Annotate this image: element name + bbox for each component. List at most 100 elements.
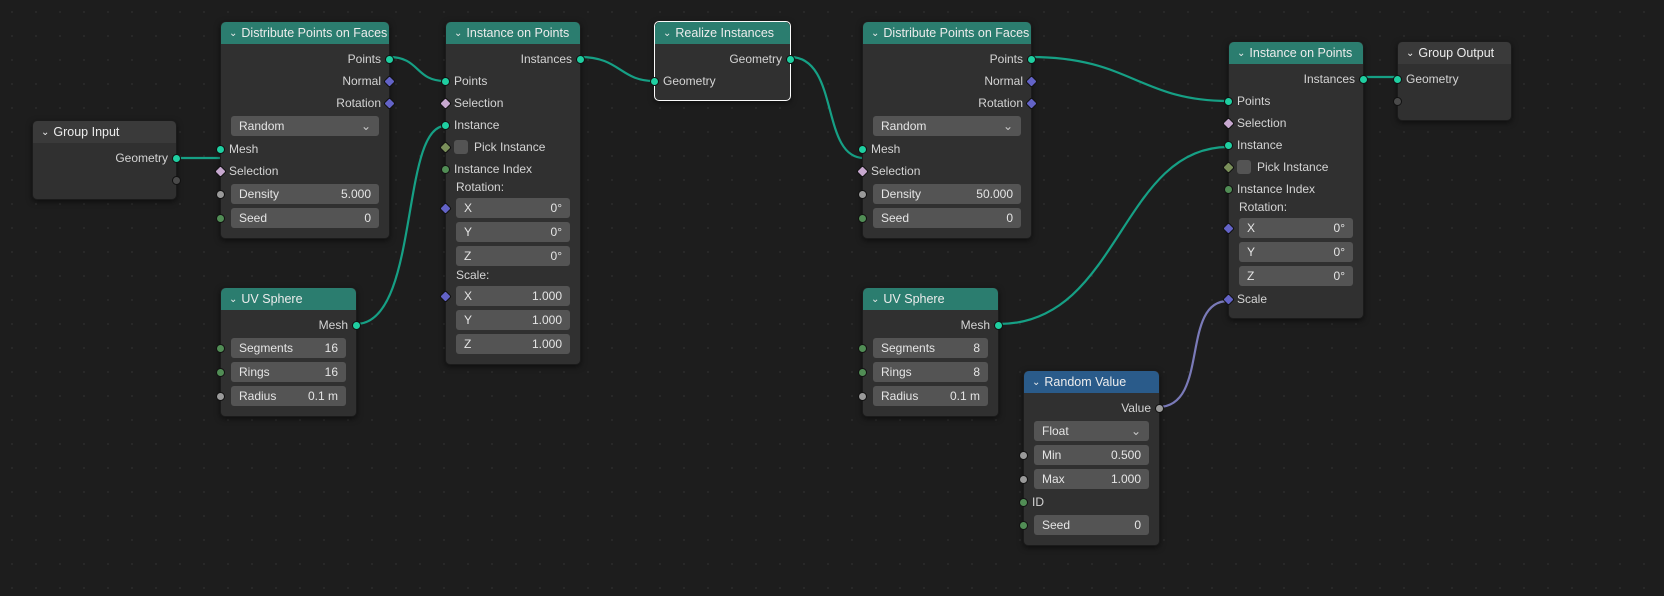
- mode-dropdown[interactable]: Random: [231, 116, 379, 136]
- socket-input-rotation[interactable]: [1222, 222, 1235, 235]
- socket-output-mesh[interactable]: [352, 321, 361, 330]
- socket-output-virtual[interactable]: [172, 176, 181, 185]
- node-random-value[interactable]: ⌄ Random Value Value Float Min0.500 Max1…: [1023, 370, 1160, 546]
- scale-z-field[interactable]: Z1.000: [456, 334, 570, 354]
- node-distribute-points-1[interactable]: ⌄ Distribute Points on Faces Points Norm…: [220, 21, 390, 239]
- rot-x-field[interactable]: X0°: [1239, 218, 1353, 238]
- rot-z-field[interactable]: Z0°: [1239, 266, 1353, 286]
- seed-field[interactable]: Seed0: [1034, 515, 1149, 535]
- node-realize-instances[interactable]: ⌄ Realize Instances Geometry Geometry: [654, 21, 791, 101]
- node-header[interactable]: ⌄ UV Sphere: [221, 288, 356, 310]
- socket-input-virtual[interactable]: [1393, 97, 1402, 106]
- socket-output-normal[interactable]: [383, 75, 396, 88]
- socket-input-mesh[interactable]: [216, 145, 225, 154]
- socket-input-points[interactable]: [1224, 97, 1233, 106]
- socket-input-rings[interactable]: [216, 368, 225, 377]
- type-dropdown[interactable]: Float: [1034, 421, 1149, 441]
- node-header[interactable]: ⌄ Instance on Points: [446, 22, 580, 44]
- socket-input-pick[interactable]: [1222, 161, 1235, 174]
- node-title: Random Value: [1044, 375, 1126, 389]
- socket-input-index[interactable]: [1224, 185, 1233, 194]
- socket-input-pick[interactable]: [439, 141, 452, 154]
- pick-instance-checkbox[interactable]: [454, 140, 468, 154]
- socket-output-points[interactable]: [385, 55, 394, 64]
- node-instance-on-points-2[interactable]: ⌄ Instance on Points Instances Points Se…: [1228, 41, 1364, 319]
- rings-field[interactable]: Rings8: [873, 362, 988, 382]
- seed-field[interactable]: Seed0: [873, 208, 1021, 228]
- socket-input-radius[interactable]: [858, 392, 867, 401]
- socket-output-geometry[interactable]: [786, 55, 795, 64]
- socket-input-min[interactable]: [1019, 451, 1028, 460]
- node-header[interactable]: ⌄ Random Value: [1024, 371, 1159, 393]
- scale-y-field[interactable]: Y1.000: [456, 310, 570, 330]
- socket-input-segments[interactable]: [216, 344, 225, 353]
- rings-field[interactable]: Rings16: [231, 362, 346, 382]
- node-instance-on-points-1[interactable]: ⌄ Instance on Points Instances Points Se…: [445, 21, 581, 365]
- node-uv-sphere-2[interactable]: ⌄ UV Sphere Mesh Segments8 Rings8 Radius…: [862, 287, 999, 417]
- radius-field[interactable]: Radius0.1 m: [873, 386, 988, 406]
- socket-input-max[interactable]: [1019, 475, 1028, 484]
- socket-input-seed[interactable]: [858, 214, 867, 223]
- socket-output-instances[interactable]: [1359, 75, 1368, 84]
- socket-input-rings[interactable]: [858, 368, 867, 377]
- node-group-output[interactable]: ⌄ Group Output Geometry: [1397, 41, 1512, 121]
- segments-field[interactable]: Segments16: [231, 338, 346, 358]
- min-field[interactable]: Min0.500: [1034, 445, 1149, 465]
- socket-input-index[interactable]: [441, 165, 450, 174]
- output-label: Value: [1121, 401, 1151, 415]
- socket-input-selection[interactable]: [214, 165, 227, 178]
- rot-y-field[interactable]: Y0°: [456, 222, 570, 242]
- mode-dropdown[interactable]: Random: [873, 116, 1021, 136]
- socket-input-scale[interactable]: [1222, 293, 1235, 306]
- seed-field[interactable]: Seed0: [231, 208, 379, 228]
- density-field[interactable]: Density50.000: [873, 184, 1021, 204]
- rotation-group-label: Rotation:: [446, 180, 580, 196]
- socket-output-geometry[interactable]: [172, 154, 181, 163]
- socket-input-instance[interactable]: [1224, 141, 1233, 150]
- socket-input-segments[interactable]: [858, 344, 867, 353]
- node-header[interactable]: ⌄ Distribute Points on Faces: [863, 22, 1031, 44]
- socket-input-selection[interactable]: [439, 97, 452, 110]
- node-title: UV Sphere: [241, 292, 302, 306]
- node-header[interactable]: ⌄ Instance on Points: [1229, 42, 1363, 64]
- socket-input-mesh[interactable]: [858, 145, 867, 154]
- max-field[interactable]: Max1.000: [1034, 469, 1149, 489]
- socket-input-points[interactable]: [441, 77, 450, 86]
- socket-input-scale[interactable]: [439, 290, 452, 303]
- socket-input-radius[interactable]: [216, 392, 225, 401]
- node-header[interactable]: ⌄ UV Sphere: [863, 288, 998, 310]
- socket-output-instances[interactable]: [576, 55, 585, 64]
- socket-input-density[interactable]: [216, 190, 225, 199]
- socket-input-id[interactable]: [1019, 498, 1028, 507]
- node-header[interactable]: ⌄ Distribute Points on Faces: [221, 22, 389, 44]
- node-group-input[interactable]: ⌄ Group Input Geometry: [32, 120, 177, 200]
- node-header[interactable]: ⌄ Realize Instances: [655, 22, 790, 44]
- node-header[interactable]: ⌄ Group Output: [1398, 42, 1511, 64]
- socket-input-instance[interactable]: [441, 121, 450, 130]
- rot-z-field[interactable]: Z0°: [456, 246, 570, 266]
- socket-output-rotation[interactable]: [383, 97, 396, 110]
- socket-input-seed[interactable]: [1019, 521, 1028, 530]
- socket-input-geometry[interactable]: [1393, 75, 1402, 84]
- radius-field[interactable]: Radius0.1 m: [231, 386, 346, 406]
- node-header[interactable]: ⌄ Group Input: [33, 121, 176, 143]
- node-distribute-points-2[interactable]: ⌄ Distribute Points on Faces Points Norm…: [862, 21, 1032, 239]
- socket-input-selection[interactable]: [856, 165, 869, 178]
- socket-output-rotation[interactable]: [1025, 97, 1038, 110]
- socket-input-density[interactable]: [858, 190, 867, 199]
- segments-field[interactable]: Segments8: [873, 338, 988, 358]
- socket-output-normal[interactable]: [1025, 75, 1038, 88]
- socket-output-points[interactable]: [1027, 55, 1036, 64]
- node-uv-sphere-1[interactable]: ⌄ UV Sphere Mesh Segments16 Rings16 Radi…: [220, 287, 357, 417]
- rot-y-field[interactable]: Y0°: [1239, 242, 1353, 262]
- rot-x-field[interactable]: X0°: [456, 198, 570, 218]
- density-field[interactable]: Density5.000: [231, 184, 379, 204]
- socket-input-rotation[interactable]: [439, 202, 452, 215]
- pick-instance-checkbox[interactable]: [1237, 160, 1251, 174]
- socket-output-mesh[interactable]: [994, 321, 1003, 330]
- scale-x-field[interactable]: X1.000: [456, 286, 570, 306]
- socket-output-value[interactable]: [1155, 404, 1164, 413]
- socket-input-selection[interactable]: [1222, 117, 1235, 130]
- socket-input-seed[interactable]: [216, 214, 225, 223]
- socket-input-geometry[interactable]: [650, 77, 659, 86]
